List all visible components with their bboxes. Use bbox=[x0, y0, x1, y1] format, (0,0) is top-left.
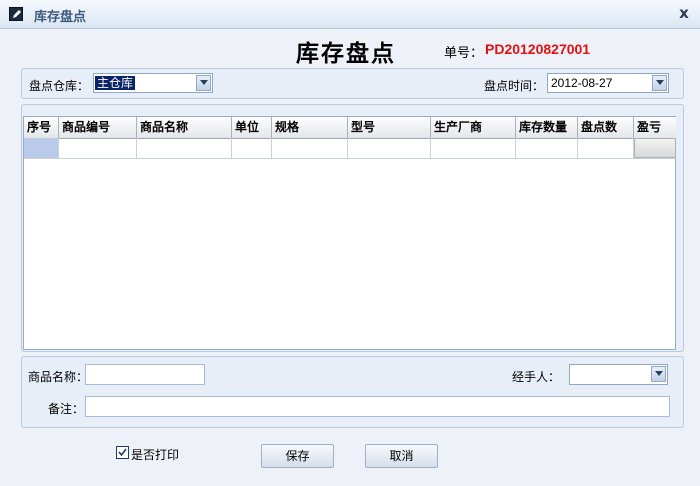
save-button[interactable]: 保存 bbox=[261, 444, 334, 468]
row-indicator[interactable] bbox=[24, 138, 59, 158]
order-number-label: 单号： bbox=[444, 46, 484, 61]
column-header-index[interactable]: 序号 bbox=[24, 117, 59, 138]
column-header-product-code[interactable]: 商品编号 bbox=[59, 117, 137, 138]
warehouse-select-value: 主仓库 bbox=[95, 76, 136, 90]
cell-manufacturer[interactable] bbox=[431, 138, 516, 158]
edit-icon bbox=[9, 7, 23, 21]
column-header-unit[interactable]: 单位 bbox=[232, 117, 272, 138]
warehouse-label: 盘点仓库： bbox=[29, 79, 90, 93]
column-header-spec[interactable]: 规格 bbox=[272, 117, 348, 138]
order-number-value: PD20120827001 bbox=[485, 41, 591, 57]
count-time-picker[interactable]: 2012-08-27 bbox=[547, 73, 669, 93]
remark-input[interactable] bbox=[85, 396, 670, 417]
cancel-button[interactable]: 取消 bbox=[365, 444, 438, 468]
column-header-manufacturer[interactable]: 生产厂商 bbox=[431, 117, 516, 138]
column-header-count-qty[interactable]: 盘点数 bbox=[578, 117, 634, 138]
product-name-label: 商品名称： bbox=[28, 370, 89, 384]
chevron-down-icon[interactable] bbox=[652, 75, 667, 91]
count-time-label: 盘点时间： bbox=[484, 79, 545, 93]
chevron-down-icon[interactable] bbox=[196, 75, 211, 91]
warehouse-select[interactable]: 主仓库 bbox=[93, 73, 213, 93]
inventory-grid[interactable]: 序号 商品编号 商品名称 单位 规格 型号 生产厂商 库存数量 盘点数 盈亏 bbox=[23, 116, 676, 350]
product-name-input[interactable] bbox=[85, 364, 205, 385]
cell-count-qty[interactable] bbox=[578, 138, 634, 158]
handler-label: 经手人： bbox=[512, 370, 561, 384]
count-time-value: 2012-08-27 bbox=[551, 76, 613, 90]
print-checkbox-label[interactable]: 是否打印 bbox=[131, 446, 179, 463]
cell-model[interactable] bbox=[348, 138, 431, 158]
handler-select[interactable] bbox=[569, 364, 668, 385]
column-header-profit-loss[interactable]: 盈亏 bbox=[634, 117, 676, 138]
column-header-stock-qty[interactable]: 库存数量 bbox=[516, 117, 578, 138]
window-title: 库存盘点 bbox=[34, 10, 87, 25]
cell-unit[interactable] bbox=[232, 138, 272, 158]
column-header-product-name[interactable]: 商品名称 bbox=[137, 117, 232, 138]
remark-label: 备注： bbox=[48, 402, 85, 416]
cell-profit-loss-button[interactable] bbox=[634, 138, 676, 158]
cell-product-name[interactable] bbox=[137, 138, 232, 158]
title-bar: 库存盘点 x bbox=[0, 0, 700, 29]
close-button[interactable]: x bbox=[676, 4, 692, 22]
cell-spec[interactable] bbox=[272, 138, 348, 158]
table-row[interactable] bbox=[24, 138, 676, 159]
column-header-model[interactable]: 型号 bbox=[348, 117, 431, 138]
filter-panel: 盘点仓库： 主仓库 盘点时间： 2012-08-27 bbox=[21, 68, 684, 99]
print-checkbox[interactable] bbox=[116, 446, 129, 459]
chevron-down-icon[interactable] bbox=[651, 366, 666, 382]
grid-header: 序号 商品编号 商品名称 单位 规格 型号 生产厂商 库存数量 盘点数 盈亏 bbox=[24, 117, 676, 139]
detail-panel: 商品名称： 经手人： 备注： bbox=[21, 356, 684, 428]
cell-product-code[interactable] bbox=[59, 138, 137, 158]
cell-stock-qty[interactable] bbox=[516, 138, 578, 158]
page-title: 库存盘点 bbox=[296, 40, 396, 67]
